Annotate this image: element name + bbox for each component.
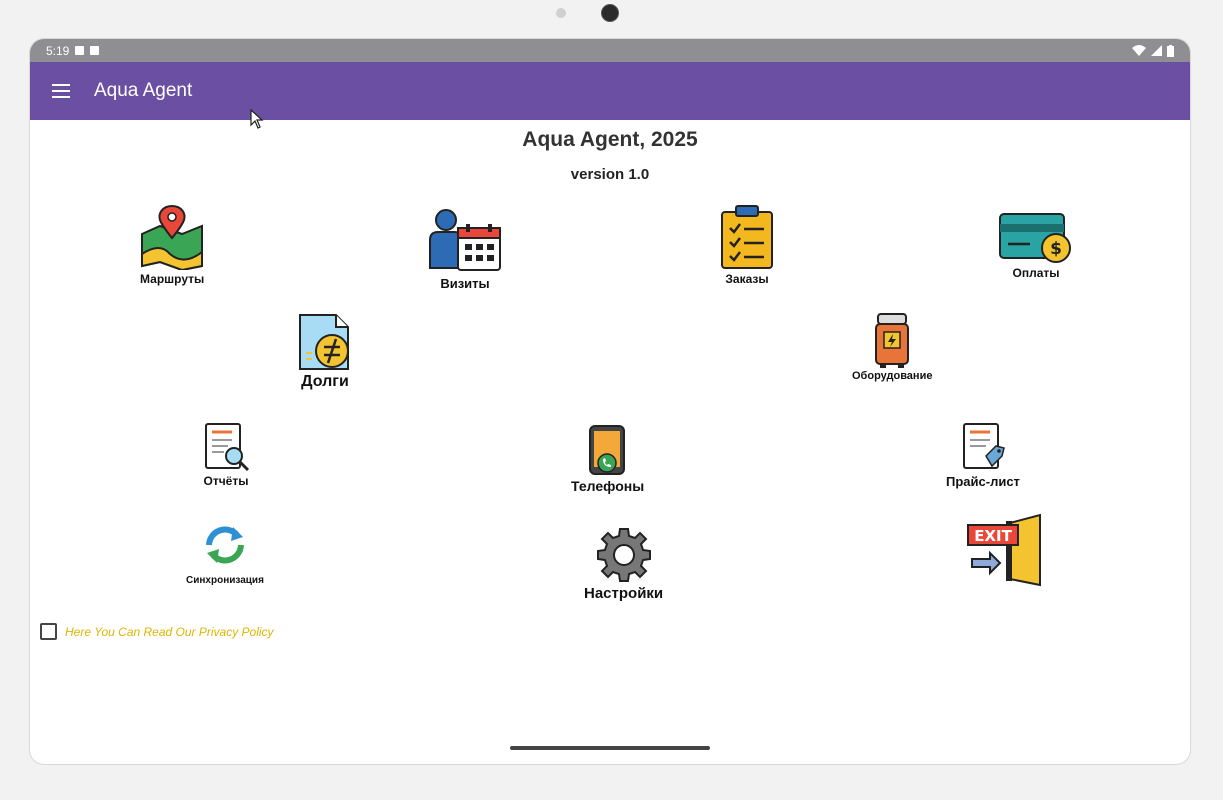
reports-button[interactable]: Отчёты xyxy=(202,422,250,488)
settings-label: Настройки xyxy=(584,585,664,602)
app-bar-title: Aqua Agent xyxy=(94,80,193,101)
visits-button[interactable]: Визиты xyxy=(428,208,502,291)
status-time: 5:19 xyxy=(46,43,70,58)
gesture-nav-handle[interactable] xyxy=(510,746,710,750)
sync-arrows-icon xyxy=(205,526,244,564)
debts-label: Долги xyxy=(301,373,349,390)
bezel-sensor xyxy=(556,8,566,18)
phones-button[interactable]: Телефоны xyxy=(571,424,644,494)
orders-label: Заказы xyxy=(725,272,769,286)
mouse-cursor-icon xyxy=(250,109,264,129)
sync-button[interactable]: Синхронизация xyxy=(186,523,264,586)
map-pin-icon xyxy=(141,204,204,270)
notification-a-icon xyxy=(75,46,85,55)
water-cooler-icon xyxy=(875,313,910,368)
page-title: Aqua Agent, 2025 xyxy=(522,128,698,151)
equipment-label: Оборудование xyxy=(852,370,933,382)
clipboard-checklist-icon xyxy=(721,205,773,269)
payments-button[interactable]: $ Оплаты xyxy=(998,212,1074,280)
equipment-button[interactable]: Оборудование xyxy=(852,312,932,382)
privacy-policy-link[interactable]: Here You Can Read Our Privacy Policy xyxy=(65,625,274,639)
app-bar: Aqua Agent xyxy=(30,62,1190,120)
main-content: Aqua Agent, 2025 version 1.0 Маршруты Ви… xyxy=(30,120,1190,764)
settings-button[interactable]: Настройки xyxy=(584,527,663,602)
document-not-equal-icon xyxy=(299,314,349,370)
version-label: version 1.0 xyxy=(570,166,650,183)
front-camera xyxy=(601,4,619,22)
visits-label: Визиты xyxy=(440,276,490,291)
exit-button[interactable]: EXIT xyxy=(966,513,1042,587)
privacy-policy-row: Here You Can Read Our Privacy Policy xyxy=(40,623,274,640)
debts-button[interactable]: Долги xyxy=(298,313,352,391)
privacy-checkbox[interactable] xyxy=(40,623,57,640)
svg-text:$: $ xyxy=(1050,239,1062,259)
payments-label: Оплаты xyxy=(1012,266,1060,280)
exit-sign-text: EXIT xyxy=(974,527,1012,545)
report-search-icon xyxy=(205,423,250,472)
sd-card-icon xyxy=(90,46,100,55)
menu-hamburger-icon[interactable] xyxy=(52,84,72,98)
credit-card-dollar-icon: $ xyxy=(999,213,1071,263)
person-calendar-icon xyxy=(429,209,501,271)
tablet-screen: 5:19 Aqua Agent Aqua Agent, 2025 version… xyxy=(30,39,1190,764)
gear-icon xyxy=(596,528,651,582)
routes-label: Маршруты xyxy=(140,272,205,286)
wifi-icon xyxy=(1132,45,1146,56)
phone-call-icon xyxy=(588,425,625,475)
status-bar: 5:19 xyxy=(30,39,1190,62)
price-tag-document-icon xyxy=(962,423,1005,469)
reports-label: Отчёты xyxy=(203,474,249,488)
price-list-label: Прайс-лист xyxy=(946,474,1020,489)
signal-icon xyxy=(1151,45,1162,56)
battery-icon xyxy=(1167,44,1174,57)
sync-label: Синхронизация xyxy=(186,575,264,586)
phones-label: Телефоны xyxy=(571,478,645,494)
price-list-button[interactable]: Прайс-лист xyxy=(946,422,1020,489)
routes-button[interactable]: Маршруты xyxy=(140,204,204,286)
exit-door-icon: EXIT xyxy=(967,513,1041,587)
orders-button[interactable]: Заказы xyxy=(720,204,774,286)
